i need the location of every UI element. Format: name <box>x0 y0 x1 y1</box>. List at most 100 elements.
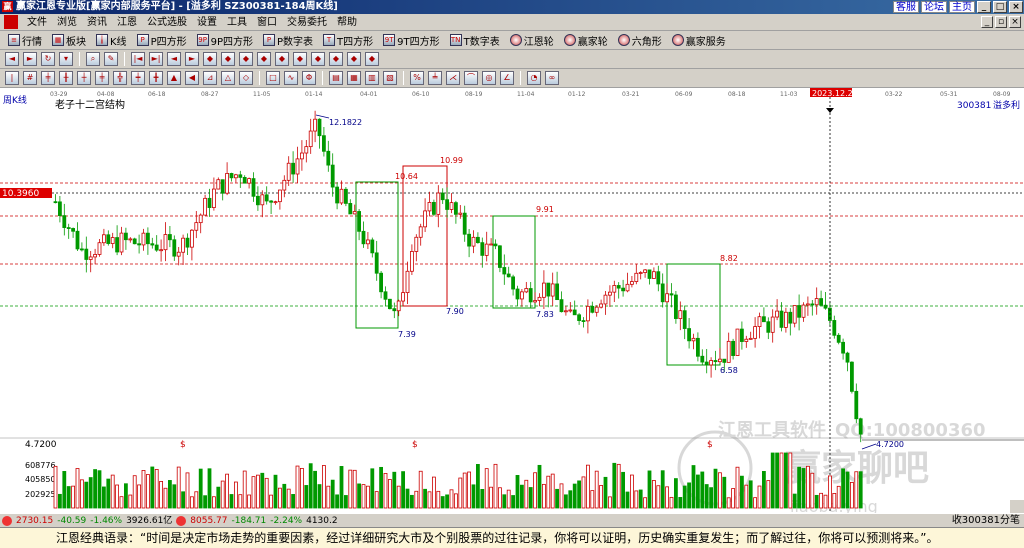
table-1-icon[interactable]: ▤ <box>329 71 343 85</box>
pie-icon[interactable]: ◔ <box>527 71 541 85</box>
tool-k-icon[interactable]: △ <box>221 71 235 85</box>
tool-e-icon[interactable]: ╬ <box>113 71 127 85</box>
link-forum[interactable]: 论坛 <box>921 1 947 13</box>
draw-icon[interactable]: ✎ <box>104 52 118 66</box>
maximize-button[interactable]: □ <box>993 1 1007 13</box>
candle-body <box>427 202 432 212</box>
fib-icon[interactable]: Φ <box>302 71 316 85</box>
diamond-10-icon[interactable]: ◆ <box>365 52 379 66</box>
diamond-7-icon[interactable]: ◆ <box>311 52 325 66</box>
volume-bar <box>616 463 621 509</box>
first-icon[interactable]: |◄ <box>131 52 145 66</box>
percent-icon[interactable]: % <box>410 71 424 85</box>
menu-settings[interactable]: 设置 <box>192 14 222 31</box>
candle-body <box>480 242 485 256</box>
volume-bar <box>836 485 841 509</box>
tool-hexagon[interactable]: 六角形 <box>614 32 666 48</box>
tool-f-icon[interactable]: ┿ <box>131 71 145 85</box>
tool-i-icon[interactable]: ◀ <box>185 71 199 85</box>
diamond-3-icon[interactable]: ◆ <box>239 52 253 66</box>
table-3-icon[interactable]: ▥ <box>365 71 379 85</box>
mdi-restore-button[interactable]: ▫ <box>995 16 1007 28</box>
box-icon[interactable]: □ <box>266 71 280 85</box>
tool-winner-service[interactable]: 赢家服务 <box>668 32 730 48</box>
tool-kline[interactable]: ╽ K线 <box>92 32 131 48</box>
tool-l-icon[interactable]: ◇ <box>239 71 253 85</box>
table-4-icon[interactable]: ▧ <box>383 71 397 85</box>
bars-icon[interactable]: | <box>5 71 19 85</box>
left-icon[interactable]: ◄ <box>167 52 181 66</box>
menu-formula[interactable]: 公式选股 <box>142 14 192 31</box>
volume-bar <box>203 495 208 509</box>
tool-9p-square[interactable]: 9P 9P四方形 <box>193 32 257 48</box>
volume-bar <box>62 471 67 509</box>
zoom-icon[interactable]: ⌕ <box>86 52 100 66</box>
candle-body <box>97 242 102 255</box>
tool-j-icon[interactable]: ⊿ <box>203 71 217 85</box>
tool-g-icon[interactable]: ╋ <box>149 71 163 85</box>
cycle-icon[interactable]: ◎ <box>482 71 496 85</box>
volume-bar <box>854 471 859 509</box>
back-icon[interactable]: ◄ <box>5 52 19 66</box>
diamond-5-icon[interactable]: ◆ <box>275 52 289 66</box>
tool-t-table[interactable]: TN T数字表 <box>446 32 504 48</box>
candle-body <box>590 305 595 313</box>
candle-body <box>638 272 643 274</box>
tool-b-icon[interactable]: ╫ <box>59 71 73 85</box>
menu-gann[interactable]: 江恩 <box>112 14 142 31</box>
last-icon[interactable]: ►| <box>149 52 163 66</box>
tool-a-icon[interactable]: ╪ <box>41 71 55 85</box>
menu-browse[interactable]: 浏览 <box>52 14 82 31</box>
fan-icon[interactable]: ⋌ <box>446 71 460 85</box>
right-icon[interactable]: ► <box>185 52 199 66</box>
wave-icon[interactable]: ∿ <box>284 71 298 85</box>
link-service[interactable]: 客服 <box>893 1 919 13</box>
refresh-icon[interactable]: ↻ <box>41 52 55 66</box>
dropdown-icon[interactable]: ▾ <box>59 52 73 66</box>
tool-p-square[interactable]: P P四方形 <box>133 32 191 48</box>
volume-bar <box>313 470 318 509</box>
tool-t-square[interactable]: T T四方形 <box>319 32 377 48</box>
diamond-4-icon[interactable]: ◆ <box>257 52 271 66</box>
volume-marker-3: $ <box>707 440 713 450</box>
mdi-close-button[interactable]: × <box>1009 16 1021 28</box>
menu-window[interactable]: 窗口 <box>252 14 282 31</box>
menu-tools[interactable]: 工具 <box>222 14 252 31</box>
angle-icon[interactable]: ∠ <box>500 71 514 85</box>
candle-body <box>453 202 458 215</box>
tool-9t-square[interactable]: 9T 9T四方形 <box>379 32 443 48</box>
infinity-icon[interactable]: ∞ <box>545 71 559 85</box>
tool-d-icon[interactable]: ╪ <box>95 71 109 85</box>
mdi-minimize-button[interactable]: _ <box>981 16 993 28</box>
minimize-button[interactable]: _ <box>977 1 991 13</box>
candle-body <box>709 360 713 366</box>
date-tick: 01-14 <box>305 91 323 98</box>
menu-trade[interactable]: 交易委托 <box>282 14 332 31</box>
tool-quotes[interactable]: ≡ 行情 <box>4 32 46 48</box>
grid-icon[interactable]: # <box>23 71 37 85</box>
diamond-1-icon[interactable]: ◆ <box>203 52 217 66</box>
tool-h-icon[interactable]: ▲ <box>167 71 181 85</box>
tool-winner-wheel[interactable]: 赢家轮 <box>560 32 612 48</box>
tool-gann-wheel[interactable]: 江恩轮 <box>506 32 558 48</box>
menu-help[interactable]: 帮助 <box>332 14 362 31</box>
tool-p-table[interactable]: P P数字表 <box>259 32 317 48</box>
chart-svg[interactable]: 03-29 04-08 06-18 08-27 11-05 01-14 04-01 06-10… <box>0 88 1024 516</box>
tool-c-icon[interactable]: ┼ <box>77 71 91 85</box>
diamond-8-icon[interactable]: ◆ <box>329 52 343 66</box>
link-home[interactable]: 主页 <box>949 1 975 13</box>
arc-icon[interactable]: ⌒ <box>464 71 478 85</box>
menu-file[interactable]: 文件 <box>22 14 52 31</box>
ruler-icon[interactable]: ╧ <box>428 71 442 85</box>
tool-sectors[interactable]: ▦ 板块 <box>48 32 90 48</box>
table-2-icon[interactable]: ▦ <box>347 71 361 85</box>
candle-body <box>564 310 568 313</box>
kline-chart[interactable]: 03-29 04-08 06-18 08-27 11-05 01-14 04-01 06-10… <box>0 88 1024 516</box>
forward-icon[interactable]: ► <box>23 52 37 66</box>
menu-info[interactable]: 资讯 <box>82 14 112 31</box>
diamond-6-icon[interactable]: ◆ <box>293 52 307 66</box>
close-button[interactable]: × <box>1009 1 1023 13</box>
diamond-2-icon[interactable]: ◆ <box>221 52 235 66</box>
diamond-9-icon[interactable]: ◆ <box>347 52 361 66</box>
scroll-corner[interactable] <box>1010 500 1024 513</box>
